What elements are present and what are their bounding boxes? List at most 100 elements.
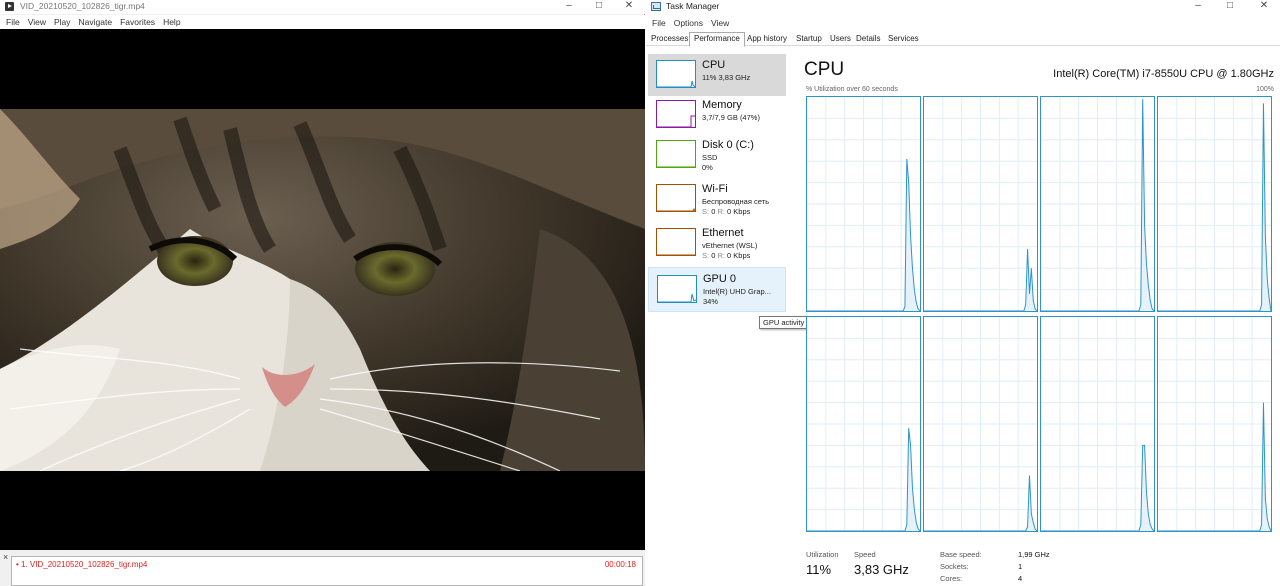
mini-graph-line <box>657 80 695 87</box>
mini-graph-line <box>658 293 696 302</box>
base-speed-value: 1,99 GHz <box>1018 550 1050 559</box>
tm-tabs: Processes Performance App history Startu… <box>646 32 1280 47</box>
speed-value: 3,83 GHz <box>854 562 909 577</box>
task-manager-window: Task Manager – □ ✕ File Options View Proce… <box>646 0 1280 586</box>
ethernet-graph-icon <box>656 228 696 256</box>
mini-graph <box>657 115 695 127</box>
video-area[interactable] <box>0 29 645 550</box>
cores-value: 4 <box>1018 574 1023 583</box>
sidebar-item-detail: vEthernet (WSL) <box>702 241 758 250</box>
player-menu-navigate[interactable]: Navigate <box>75 15 117 29</box>
core-utilization-chart <box>924 317 1037 531</box>
core-utilization-chart <box>1158 317 1271 531</box>
player-menu-file[interactable]: File <box>2 15 24 29</box>
cpu-core-graph <box>806 316 921 532</box>
player-menu-favorites[interactable]: Favorites <box>116 15 159 29</box>
core-utilization-chart <box>807 317 920 531</box>
cpu-core-graph <box>923 96 1038 312</box>
sidebar-item-detail: 3,7/7,9 GB (47%) <box>702 113 760 122</box>
sidebar-item-cpu[interactable]: CPU 11% 3,83 GHz <box>648 54 786 96</box>
receive-value: 0 Kbps <box>727 251 751 260</box>
cpu-core-graph <box>806 96 921 312</box>
tm-menu-file[interactable]: File <box>648 16 670 30</box>
maximize-icon[interactable]: □ <box>585 0 613 14</box>
sidebar-item-detail: SSD <box>702 153 718 162</box>
receive-label: R: <box>717 207 725 216</box>
utilization-label: Utilization <box>806 550 839 559</box>
sidebar-item-wifi[interactable]: Wi-Fi Беспроводная сеть S: 0 R: 0 Kbps <box>648 178 786 220</box>
sidebar-item-gpu[interactable]: GPU 0 Intel(R) UHD Grap... 34% <box>648 267 786 312</box>
playlist-close-icon[interactable]: × <box>3 552 8 562</box>
sidebar-item-memory[interactable]: Memory 3,7/7,9 GB (47%) <box>648 94 786 136</box>
gpu-graph-icon <box>657 275 697 303</box>
memory-graph-icon <box>656 100 696 128</box>
tm-menubar: File Options View <box>648 16 733 30</box>
tm-menu-options[interactable]: Options <box>670 16 707 30</box>
cpu-graph-icon <box>656 60 696 88</box>
close-icon[interactable]: ✕ <box>615 0 643 14</box>
player-titlebar[interactable]: VID_20210520_102826_tigr.mp4 – □ ✕ <box>0 0 645 14</box>
cpu-core-graph <box>1157 316 1272 532</box>
tab-details[interactable]: Details <box>852 33 884 46</box>
core-utilization-chart <box>1158 97 1271 311</box>
tab-services[interactable]: Services <box>884 33 923 46</box>
sidebar-item-throughput: S: 0 R: 0 Kbps <box>702 251 750 260</box>
mini-graph-line <box>657 115 695 127</box>
tm-minimize-icon[interactable]: – <box>1184 0 1212 14</box>
task-manager-icon <box>651 2 661 11</box>
speed-label: Speed <box>854 550 876 559</box>
cpu-core-graph <box>1040 96 1155 312</box>
minimize-icon[interactable]: – <box>555 0 583 14</box>
core-utilization-chart <box>924 97 1037 311</box>
core-utilization-chart <box>1041 317 1154 531</box>
tm-close-icon[interactable]: ✕ <box>1250 0 1278 14</box>
core-utilization-chart <box>1041 97 1154 311</box>
utilization-value: 11% <box>806 562 832 577</box>
cores-label: Cores: <box>940 574 963 583</box>
tab-processes[interactable]: Processes <box>647 33 692 46</box>
player-title: VID_20210520_102826_tigr.mp4 <box>20 1 145 11</box>
player-app-icon <box>5 2 14 11</box>
sidebar-item-disk[interactable]: Disk 0 (C:) SSD 0% <box>648 134 786 176</box>
logical-processor-graphs[interactable] <box>806 96 1274 533</box>
media-player-window: VID_20210520_102826_tigr.mp4 – □ ✕ File V… <box>0 0 645 586</box>
playlist-list[interactable]: • 1. VID_20210520_102826_tigr.mp4 00:00:… <box>11 556 643 586</box>
player-menu-view[interactable]: View <box>24 15 50 29</box>
playlist-panel: × • 1. VID_20210520_102826_tigr.mp4 00:0… <box>0 550 645 586</box>
send-label: S: <box>702 207 710 216</box>
cpu-stats: Utilization 11% Speed 3,83 GHz Base spee… <box>806 550 1276 586</box>
page-title: CPU <box>804 59 845 80</box>
tab-users[interactable]: Users <box>826 33 855 46</box>
mini-graph <box>657 80 695 87</box>
utilization-axis-label: % Utilization over 60 seconds <box>806 86 898 93</box>
video-frame-cat <box>0 109 645 471</box>
core-utilization-chart <box>807 97 920 311</box>
cpu-core-graph <box>1157 96 1272 312</box>
sidebar-item-name: Memory <box>702 99 742 111</box>
player-menu-help[interactable]: Help <box>159 15 184 29</box>
disk-graph-icon <box>656 140 696 168</box>
tab-performance[interactable]: Performance <box>689 32 745 47</box>
sidebar-item-detail: 0% <box>702 163 713 172</box>
mini-graph <box>657 254 695 255</box>
cpu-model-name: Intel(R) Core(TM) i7-8550U CPU @ 1.80GHz <box>1053 68 1274 80</box>
mini-graph-line <box>657 207 695 211</box>
player-menubar: File View Play Navigate Favorites Help <box>0 15 645 29</box>
cpu-core-graph <box>1040 316 1155 532</box>
mini-graph <box>658 293 696 302</box>
receive-label: R: <box>717 251 725 260</box>
tm-title: Task Manager <box>666 1 720 11</box>
sidebar-item-detail: 11% 3,83 GHz <box>702 73 751 82</box>
utilization-max-label: 100% <box>1256 86 1274 93</box>
sidebar-item-ethernet[interactable]: Ethernet vEthernet (WSL) S: 0 R: 0 Kbps <box>648 222 786 264</box>
tm-maximize-icon[interactable]: □ <box>1216 0 1244 14</box>
tm-titlebar[interactable]: Task Manager – □ ✕ <box>646 0 1280 14</box>
sidebar-item-name: Disk 0 (C:) <box>702 139 754 151</box>
sidebar-item-name: Ethernet <box>702 227 744 239</box>
sidebar-item-detail: 34% <box>703 297 719 306</box>
player-menu-play[interactable]: Play <box>50 15 75 29</box>
tm-menu-view[interactable]: View <box>707 16 733 30</box>
playlist-item[interactable]: • 1. VID_20210520_102826_tigr.mp4 00:00:… <box>16 560 640 569</box>
tab-app-history[interactable]: App history <box>743 33 791 46</box>
tab-startup[interactable]: Startup <box>792 33 826 46</box>
